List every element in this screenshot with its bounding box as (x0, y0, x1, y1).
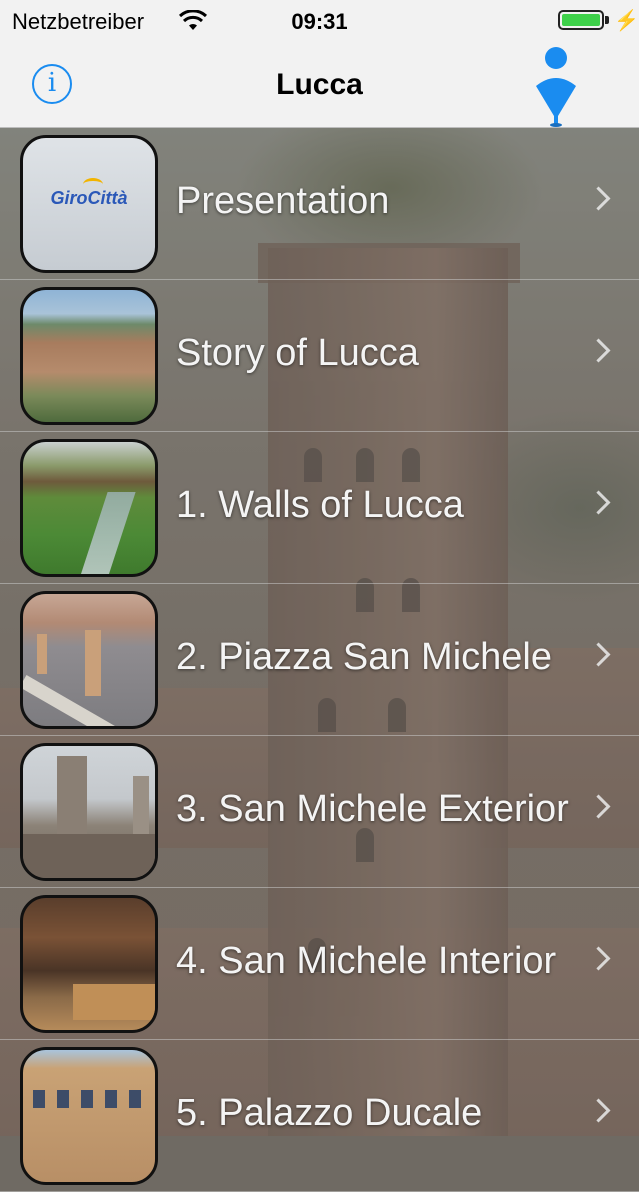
logo-text: GiroCittà (50, 188, 128, 208)
navigation-bar: i Lucca (0, 42, 639, 128)
battery-icon (558, 10, 604, 30)
list-item[interactable]: 4. San Michele Interior (0, 888, 639, 1040)
chevron-right-icon (586, 1098, 611, 1123)
charging-bolt-icon: ⚡ (614, 10, 639, 32)
chevron-right-icon (586, 642, 611, 667)
tour-list: GiroCittà Presentation Story of Lucca 1.… (0, 128, 639, 1192)
thumbnail-logo: GiroCittà (20, 135, 158, 273)
chevron-right-icon (586, 946, 611, 971)
thumbnail-church-interior (20, 895, 158, 1033)
list-item[interactable]: 2. Piazza San Michele (0, 584, 639, 736)
list-item-label: Story of Lucca (176, 332, 419, 374)
list-item-label: 2. Piazza San Michele (176, 636, 552, 678)
list-item[interactable]: GiroCittà Presentation (0, 128, 639, 280)
thumbnail-city-panorama (20, 287, 158, 425)
list-item-label: 3. San Michele Exterior (176, 788, 569, 830)
thumbnail-church-exterior (20, 743, 158, 881)
list-item[interactable]: 3. San Michele Exterior (0, 736, 639, 888)
list-item[interactable]: 1. Walls of Lucca (0, 432, 639, 584)
list-item-label: 5. Palazzo Ducale (176, 1092, 483, 1134)
battery-nub (605, 16, 609, 24)
thumbnail-palazzo (20, 1047, 158, 1185)
list-item-label: 4. San Michele Interior (176, 940, 557, 982)
chevron-right-icon (586, 338, 611, 363)
thumbnail-piazza (20, 591, 158, 729)
clock: 09:31 (291, 9, 348, 34)
battery-level (562, 14, 600, 26)
list-item[interactable]: Story of Lucca (0, 280, 639, 432)
chevron-right-icon (586, 186, 611, 211)
list-item-label: Presentation (176, 180, 390, 222)
chevron-right-icon (586, 490, 611, 515)
person-pin-icon[interactable] (532, 44, 580, 128)
list-item[interactable]: 5. Palazzo Ducale (0, 1040, 639, 1192)
status-bar: Netzbetreiber 09:31 ⚡ (0, 0, 639, 42)
thumbnail-canal-walls (20, 439, 158, 577)
list-item-label: 1. Walls of Lucca (176, 484, 464, 526)
chevron-right-icon (586, 794, 611, 819)
